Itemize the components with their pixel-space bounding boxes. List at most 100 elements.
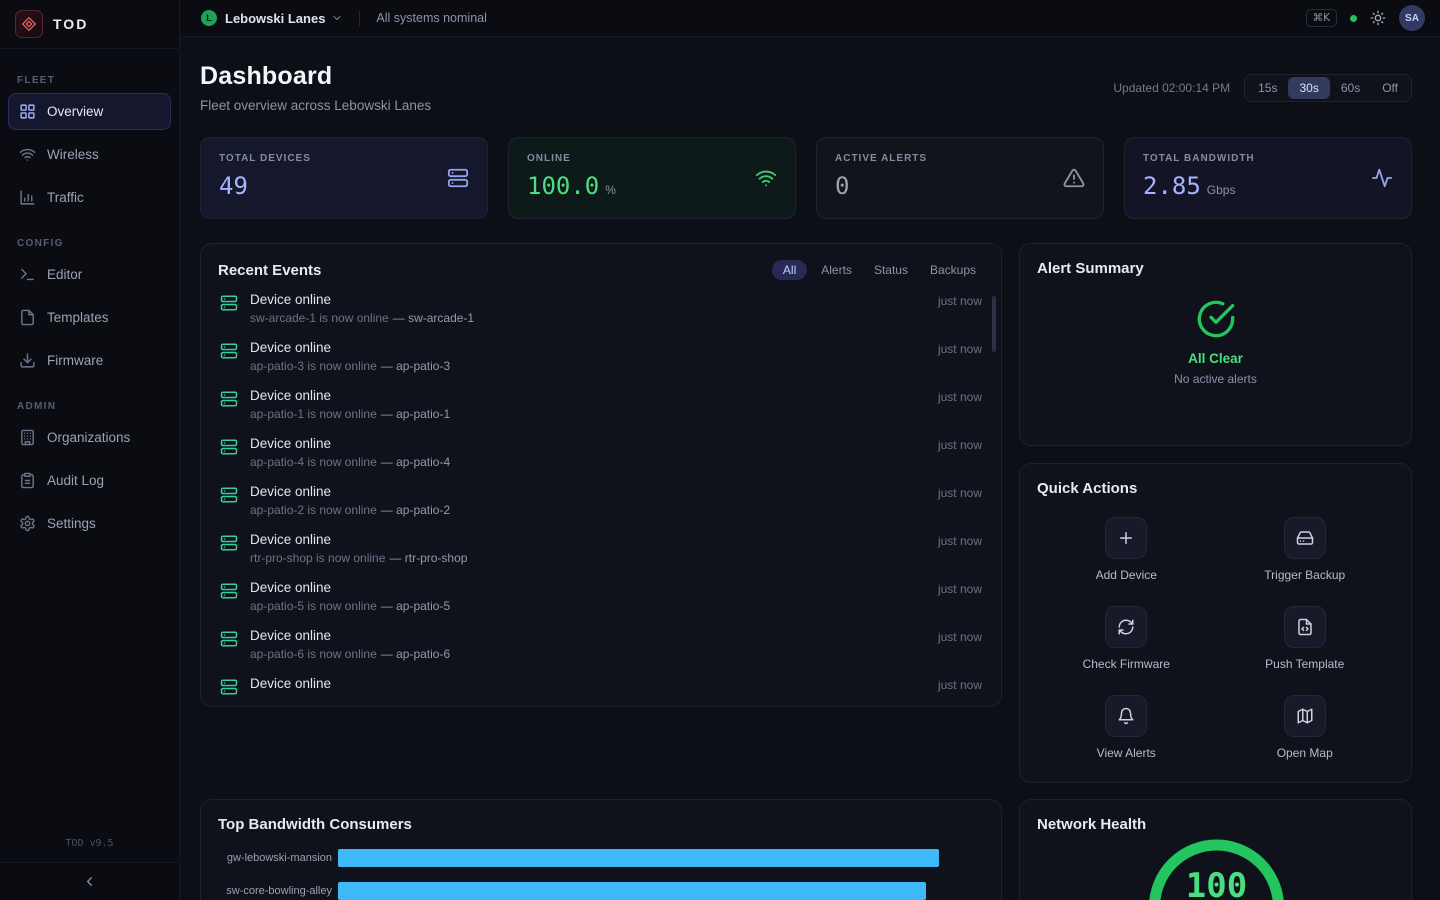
quick-action-icon <box>1117 529 1135 547</box>
sidebar-item-icon <box>19 352 36 369</box>
sidebar-item[interactable]: Editor <box>8 256 171 293</box>
event-time: just now <box>938 435 982 452</box>
event-row[interactable]: Device online just now <box>218 668 984 703</box>
event-device: ap-patio-1 <box>381 407 450 421</box>
topbar: L Lebowski Lanes All systems nominal ⌘K … <box>180 0 1440 37</box>
quick-action[interactable]: Push Template <box>1216 606 1395 671</box>
chevron-left-icon <box>82 874 97 889</box>
alert-summary-panel: Alert Summary All Clear No active alerts <box>1019 243 1412 446</box>
refresh-interval-option[interactable]: 15s <box>1247 77 1288 99</box>
sidebar-item[interactable]: Wireless <box>8 136 171 173</box>
events-filter-tab[interactable]: All <box>772 260 807 280</box>
sidebar-item-label: Settings <box>47 516 96 531</box>
event-time: just now <box>938 675 982 692</box>
stat-unit: Gbps <box>1207 183 1236 197</box>
event-row[interactable]: Device online ap-patio-2 is now onlineap… <box>218 476 984 524</box>
server-icon <box>220 390 238 408</box>
alert-summary-title: Alert Summary <box>1037 260 1394 277</box>
recent-events-panel: Recent Events All Alerts Status Backups <box>200 243 1002 707</box>
bandwidth-title: Top Bandwidth Consumers <box>218 816 984 833</box>
sidebar-item-icon <box>19 472 36 489</box>
event-row[interactable]: Device online rtr-pro-shop is now online… <box>218 524 984 572</box>
quick-action[interactable]: Open Map <box>1216 695 1395 760</box>
nav-section-label: ADMIN <box>0 385 179 419</box>
quick-action-label: Add Device <box>1096 568 1157 582</box>
brand-name: TOD <box>53 16 88 32</box>
event-device: ap-patio-2 <box>381 503 450 517</box>
event-device: sw-arcade-1 <box>393 311 474 325</box>
bandwidth-rows: gw-lebowski-mansion sw-core-bowling-alle… <box>218 849 984 900</box>
events-filter-tab[interactable]: Alerts <box>813 260 860 280</box>
sidebar-item-label: Editor <box>47 267 82 282</box>
nav-section-label: FLEET <box>0 59 179 93</box>
quick-action-icon <box>1296 707 1314 725</box>
chevron-down-icon <box>331 12 343 24</box>
sidebar-item[interactable]: Firmware <box>8 342 171 379</box>
page-subtitle: Fleet overview across Lebowski Lanes <box>200 98 431 113</box>
sidebar-item[interactable]: Audit Log <box>8 462 171 499</box>
quick-action[interactable]: Add Device <box>1037 517 1216 582</box>
events-filter-tab[interactable]: Backups <box>922 260 984 280</box>
quick-action-label: Push Template <box>1265 657 1344 671</box>
stat-icon <box>447 167 469 189</box>
event-row[interactable]: Device online sw-arcade-1 is now onlines… <box>218 284 984 332</box>
network-health-panel: Network Health 100 <box>1019 799 1412 900</box>
sidebar-item-icon <box>19 189 36 206</box>
refresh-interval-option[interactable]: Off <box>1371 77 1409 99</box>
events-filter-tab[interactable]: Status <box>866 260 916 280</box>
dashboard-content: Dashboard Fleet overview across Lebowski… <box>180 37 1440 900</box>
quick-action-icon <box>1296 529 1314 547</box>
quick-actions-title: Quick Actions <box>1037 480 1394 497</box>
sidebar-item-icon <box>19 429 36 446</box>
event-device: rtr-pro-shop <box>389 551 467 565</box>
stat-value: 0 <box>835 172 849 200</box>
event-row[interactable]: Device online ap-patio-5 is now onlineap… <box>218 572 984 620</box>
event-time: just now <box>938 579 982 596</box>
refresh-interval-option[interactable]: 30s <box>1288 77 1329 99</box>
quick-actions-panel: Quick Actions Add Device <box>1019 463 1412 783</box>
quick-action[interactable]: View Alerts <box>1037 695 1216 760</box>
server-icon <box>220 342 238 360</box>
stat-label: ACTIVE ALERTS <box>835 153 1085 164</box>
sidebar-item[interactable]: Organizations <box>8 419 171 456</box>
event-subtitle: ap-patio-3 is now onlineap-patio-3 <box>250 359 926 373</box>
org-selector[interactable]: Lebowski Lanes <box>225 11 343 26</box>
event-row[interactable]: Device online ap-patio-6 is now onlineap… <box>218 620 984 668</box>
sidebar-item[interactable]: Traffic <box>8 179 171 216</box>
bandwidth-bar <box>338 849 939 867</box>
topbar-divider <box>359 10 360 26</box>
bandwidth-bar-track <box>338 882 984 900</box>
event-time: just now <box>938 291 982 308</box>
user-avatar[interactable]: SA <box>1399 5 1425 31</box>
refresh-interval-option[interactable]: 60s <box>1330 77 1371 99</box>
event-row[interactable]: Device online ap-patio-4 is now onlineap… <box>218 428 984 476</box>
sidebar-item-label: Templates <box>47 310 109 325</box>
event-title: Device online <box>250 435 926 452</box>
event-device: ap-patio-4 <box>381 455 450 469</box>
quick-action-button <box>1105 695 1147 737</box>
quick-action-icon <box>1117 618 1135 636</box>
event-message: ap-patio-5 is now online <box>250 599 377 613</box>
sidebar-item[interactable]: Overview <box>8 93 171 130</box>
sidebar-collapse-button[interactable] <box>0 862 179 900</box>
command-palette-shortcut[interactable]: ⌘K <box>1306 9 1337 27</box>
quick-action-icon <box>1296 618 1314 636</box>
stat-card: TOTAL DEVICES 49 <box>200 137 488 219</box>
quick-action[interactable]: Trigger Backup <box>1216 517 1395 582</box>
sidebar-item-icon <box>19 309 36 326</box>
sidebar-item-icon <box>19 103 36 120</box>
sidebar-item-label: Audit Log <box>47 473 104 488</box>
event-subtitle: ap-patio-1 is now onlineap-patio-1 <box>250 407 926 421</box>
theme-toggle-button[interactable] <box>1370 10 1386 26</box>
event-row[interactable]: Device online ap-patio-3 is now onlineap… <box>218 332 984 380</box>
app-logo-row: TOD <box>0 0 179 49</box>
bandwidth-device-label: gw-lebowski-mansion <box>218 852 332 864</box>
event-title: Device online <box>250 339 926 356</box>
quick-action[interactable]: Check Firmware <box>1037 606 1216 671</box>
quick-action-icon <box>1117 707 1135 725</box>
event-time: just now <box>938 483 982 500</box>
sidebar-item[interactable]: Settings <box>8 505 171 542</box>
sidebar-item[interactable]: Templates <box>8 299 171 336</box>
event-row[interactable]: Device online ap-patio-1 is now onlineap… <box>218 380 984 428</box>
events-scrollbar[interactable] <box>992 296 996 352</box>
